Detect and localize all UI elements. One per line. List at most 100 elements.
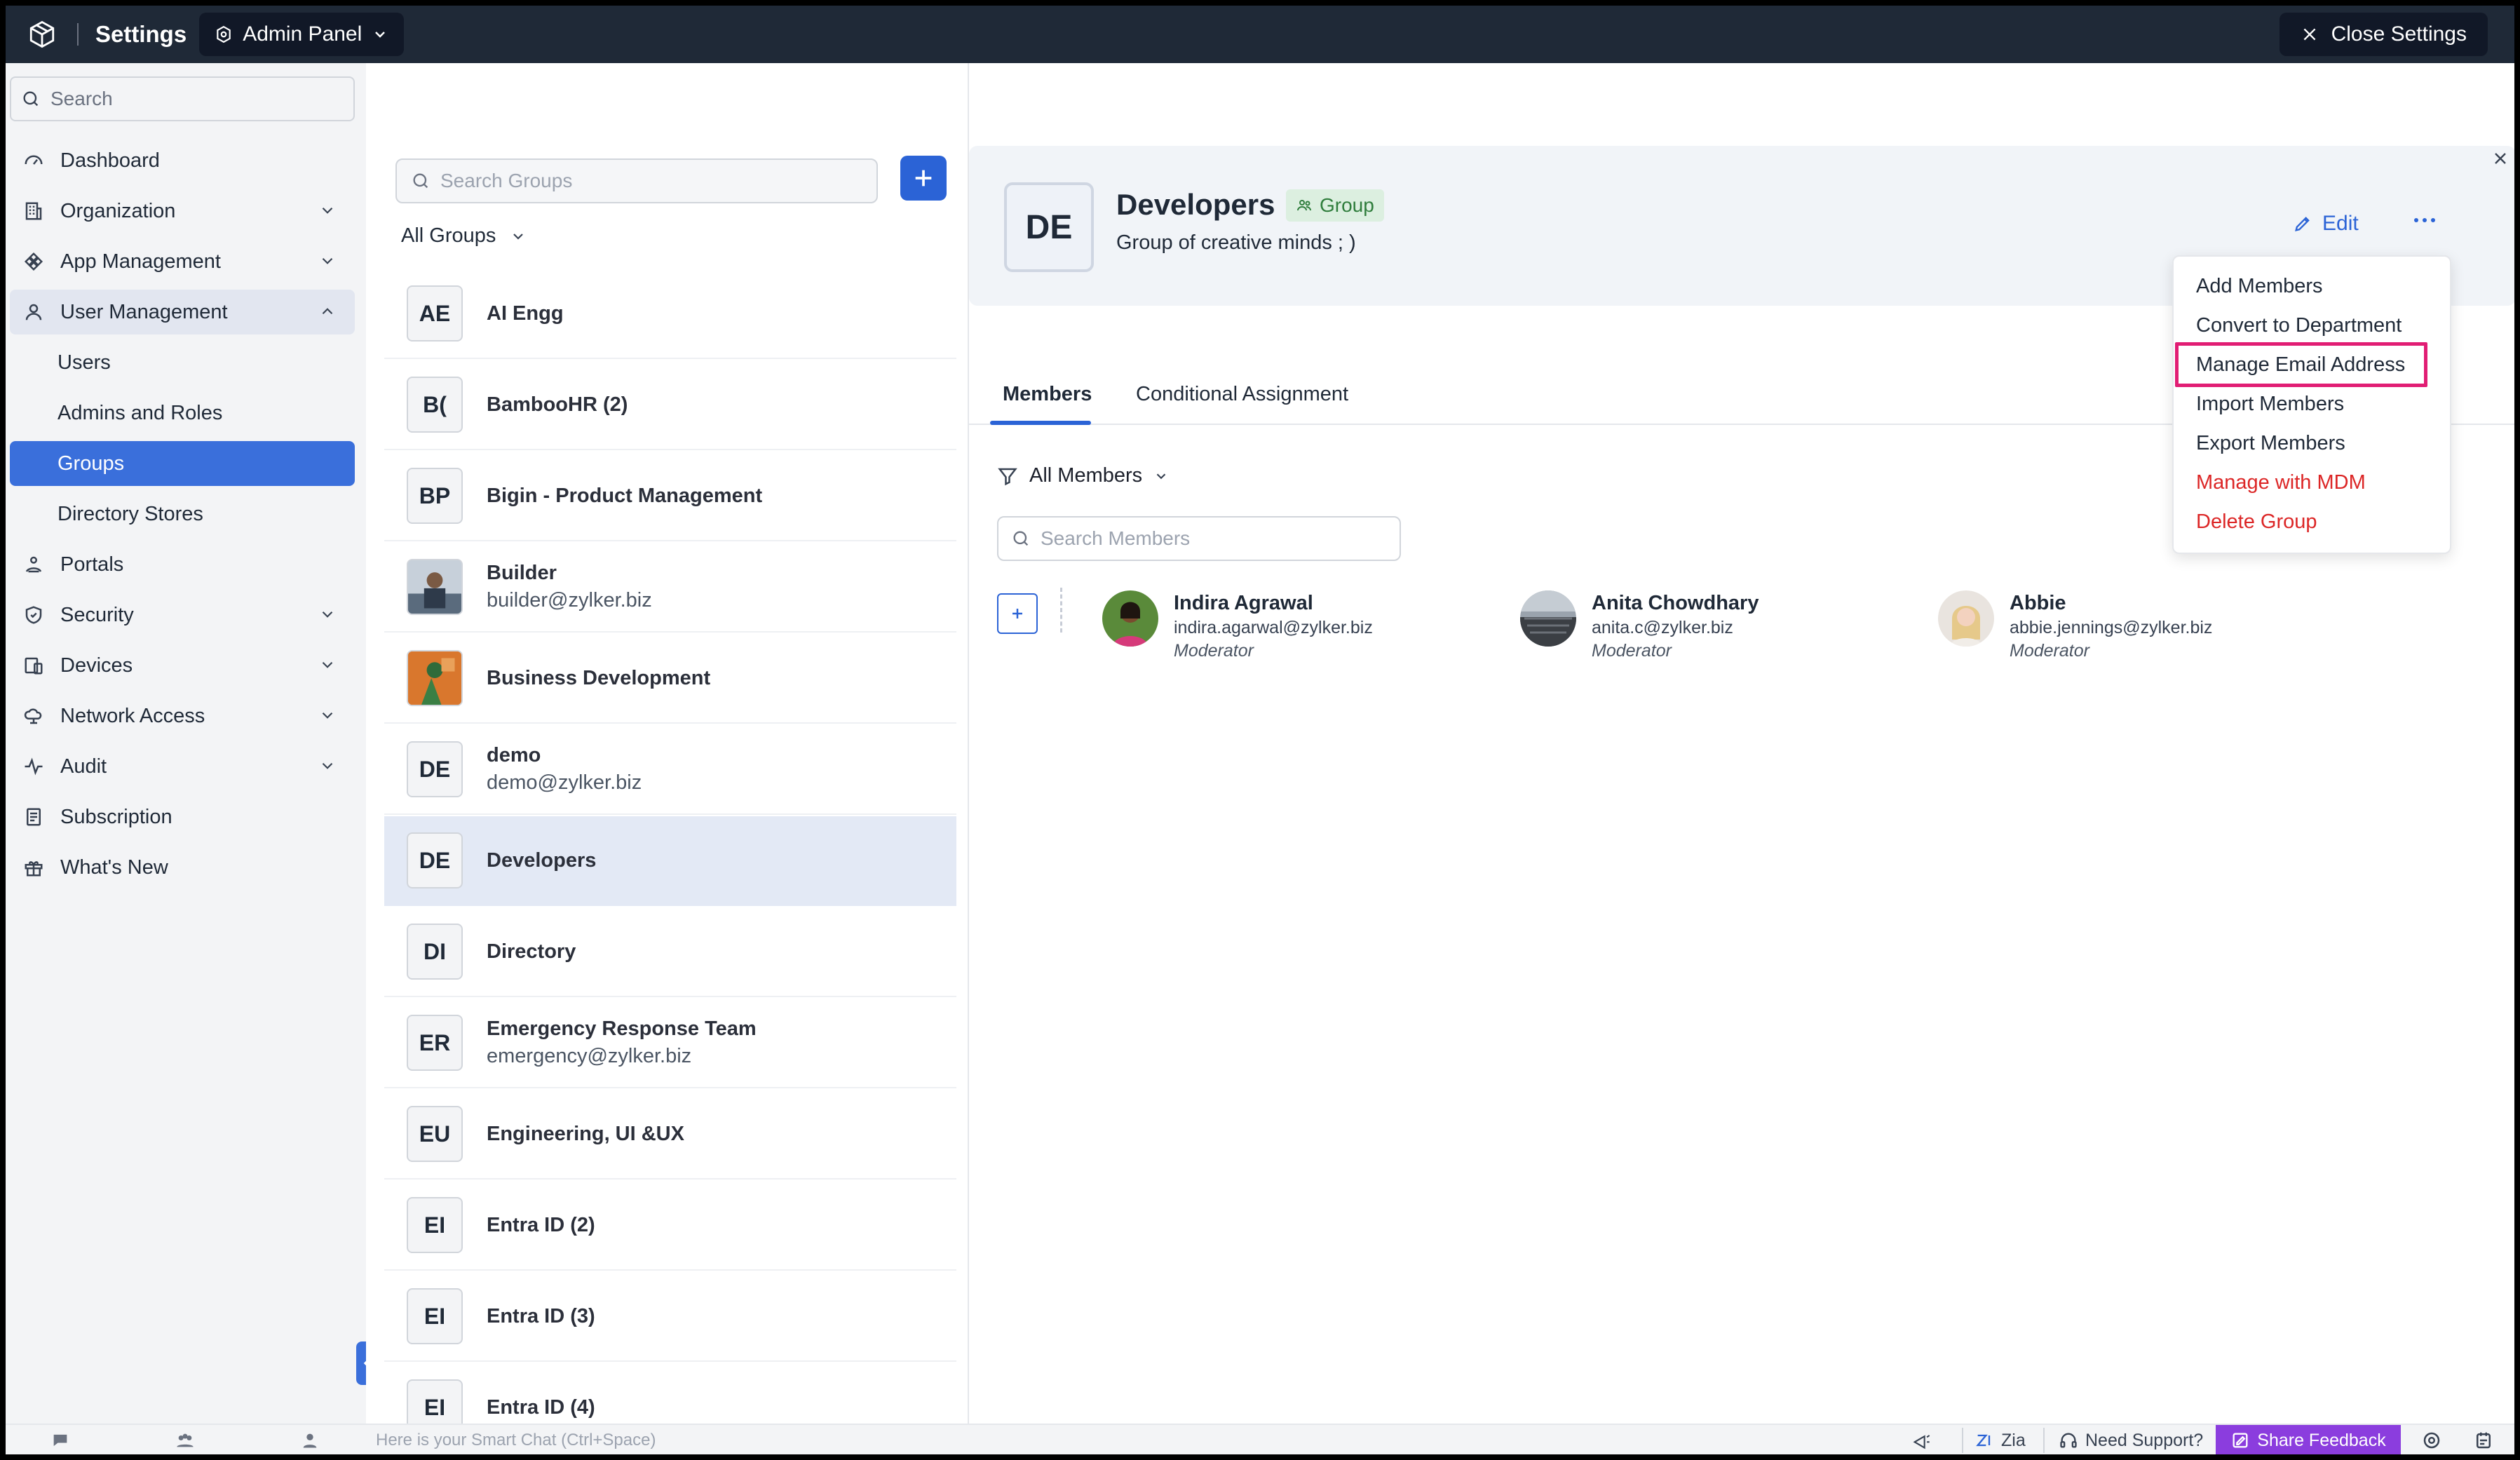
notes-icon[interactable] [2470, 1429, 2498, 1452]
menu-item-convert-to-department[interactable]: Convert to Department [2196, 314, 2402, 337]
sidebar-item-users[interactable]: Users [10, 340, 355, 385]
group-name: Business Development [487, 666, 711, 689]
menu-item-delete-group[interactable]: Delete Group [2196, 511, 2317, 534]
sidebar-item-app-management[interactable]: App Management [10, 239, 355, 284]
group-avatar: DE [407, 741, 463, 797]
group-description: Group of creative minds ; ) [1116, 231, 1356, 254]
group-row[interactable]: EU Engineering, UI &UX [384, 1090, 956, 1180]
sidebar-item-user-management[interactable]: User Management [10, 290, 355, 334]
group-avatar: DE [407, 832, 463, 888]
all-members-filter[interactable]: All Members [997, 464, 1169, 487]
share-feedback-button[interactable]: Share Feedback [2216, 1425, 2401, 1454]
sidebar-item-admins-and-roles[interactable]: Admins and Roles [10, 391, 355, 435]
add-group-button[interactable] [900, 156, 947, 201]
sidebar-item-devices[interactable]: Devices [10, 643, 355, 688]
divider [1060, 588, 1062, 633]
gauge-icon [21, 148, 46, 173]
group-row[interactable]: BP Bigin - Product Management [384, 452, 956, 541]
edit-label: Edit [2322, 212, 2359, 235]
group-row[interactable]: DE demo demo@zylker.biz [384, 725, 956, 815]
sidebar-item-organization[interactable]: Organization [10, 189, 355, 234]
chevron-down-icon [322, 712, 333, 719]
add-member-button[interactable] [997, 593, 1038, 634]
group-row[interactable]: Business Development [384, 634, 956, 724]
menu-item-export-members[interactable]: Export Members [2196, 432, 2345, 455]
group-row[interactable]: ER Emergency Response Team emergency@zyl… [384, 999, 956, 1088]
all-groups-filter[interactable]: All Groups [401, 224, 527, 248]
sidebar-item-network-access[interactable]: Network Access [10, 694, 355, 738]
member-role: Moderator [1174, 641, 1254, 661]
sidebar-item-directory-stores[interactable]: Directory Stores [10, 492, 355, 536]
sidebar-item-audit[interactable]: Audit [10, 744, 355, 789]
group-row[interactable]: DI Directory [384, 907, 956, 997]
group-row[interactable]: EI Entra ID (3) [384, 1272, 956, 1362]
more-options-menu: Add Members Convert to Department Manage… [2172, 255, 2451, 554]
panel-icon [217, 25, 231, 43]
member-email: anita.c@zylker.biz [1592, 618, 1733, 637]
chevron-down-icon [513, 233, 524, 240]
search-members-input[interactable]: Search Members [997, 516, 1401, 561]
menu-item-add-members[interactable]: Add Members [2196, 275, 2323, 298]
need-support-button[interactable]: Need Support? [2043, 1428, 2203, 1453]
chevron-up-icon [322, 308, 333, 315]
more-options-icon[interactable] [2412, 213, 2437, 231]
edit-button[interactable]: Edit [2293, 212, 2359, 236]
member-card[interactable]: Anita Chowdhary anita.c@zylker.biz Moder… [1520, 590, 1759, 661]
member-avatar [1520, 590, 1576, 647]
gift-icon [21, 855, 46, 880]
sidebar: Search Dashboard Organization App Manage… [6, 63, 366, 1424]
group-avatar: B( [407, 377, 463, 433]
announcement-icon[interactable] [1907, 1429, 1935, 1452]
search-groups-placeholder: Search Groups [440, 170, 573, 191]
group-row[interactable]: AE AI Engg [384, 269, 956, 359]
sidebar-item-label: Organization [60, 199, 176, 222]
contacts-icon[interactable] [296, 1429, 324, 1452]
group-row-selected[interactable]: DE Developers [384, 816, 956, 906]
chevron-down-icon [322, 762, 333, 769]
group-row[interactable]: EI Entra ID (2) [384, 1181, 956, 1271]
smart-chat-input[interactable]: Here is your Smart Chat (Ctrl+Space) [376, 1431, 656, 1450]
sidebar-item-label: Groups [57, 452, 125, 475]
tab-conditional-assignment[interactable]: Conditional Assignment [1136, 383, 1348, 406]
group-name: BambooHR (2) [487, 393, 628, 416]
group-row[interactable]: Builder builder@zylker.biz [384, 543, 956, 633]
sidebar-item-label: Security [60, 603, 134, 626]
chevron-down-icon [322, 207, 333, 214]
close-panel-icon[interactable] [2492, 150, 2509, 170]
sidebar-item-subscription[interactable]: Subscription [10, 795, 355, 839]
chat-icon[interactable] [46, 1429, 74, 1452]
highlight-box [2175, 342, 2427, 387]
group-name: Builder [487, 562, 557, 584]
sidebar-item-whats-new[interactable]: What's New [10, 845, 355, 890]
sidebar-item-security[interactable]: Security [10, 593, 355, 637]
member-avatar [1938, 590, 1994, 647]
group-row[interactable]: B( BambooHR (2) [384, 360, 956, 450]
group-email: demo@zylker.biz [487, 771, 642, 794]
plus-icon [915, 170, 932, 187]
sidebar-item-portals[interactable]: Portals [10, 542, 355, 587]
sidebar-item-label: Network Access [60, 704, 205, 727]
all-members-label: All Members [1029, 464, 1143, 487]
member-card[interactable]: Indira Agrawal indira.agarwal@zylker.biz… [1102, 590, 1373, 661]
zia-button[interactable]: Zia [1962, 1428, 2026, 1453]
search-groups-input[interactable]: Search Groups [395, 158, 878, 203]
search-icon [1013, 531, 1029, 546]
sidebar-item-label: Audit [60, 755, 107, 778]
channels-icon[interactable] [171, 1429, 199, 1452]
bottom-bar: Here is your Smart Chat (Ctrl+Space) Zia… [6, 1424, 2514, 1454]
group-avatar: EI [407, 1197, 463, 1253]
sidebar-item-dashboard[interactable]: Dashboard [10, 138, 355, 183]
all-groups-label: All Groups [401, 224, 496, 247]
cube-logo-icon[interactable] [25, 18, 59, 51]
search-assist-icon[interactable] [2418, 1429, 2446, 1452]
menu-item-manage-with-mdm[interactable]: Manage with MDM [2196, 471, 2366, 494]
sidebar-item-groups[interactable]: Groups [10, 441, 355, 486]
member-card[interactable]: Abbie abbie.jennings@zylker.biz Moderato… [1938, 590, 2212, 661]
tab-members[interactable]: Members [1003, 383, 1092, 406]
sidebar-search-input[interactable]: Search [10, 76, 355, 121]
menu-item-import-members[interactable]: Import Members [2196, 393, 2344, 416]
top-bar: Settings Admin Panel Close Settings [6, 6, 2514, 63]
admin-panel-dropdown[interactable]: Admin Panel [199, 13, 405, 56]
group-type-badge: Group [1286, 189, 1384, 222]
close-settings-button[interactable]: Close Settings [2279, 13, 2488, 56]
